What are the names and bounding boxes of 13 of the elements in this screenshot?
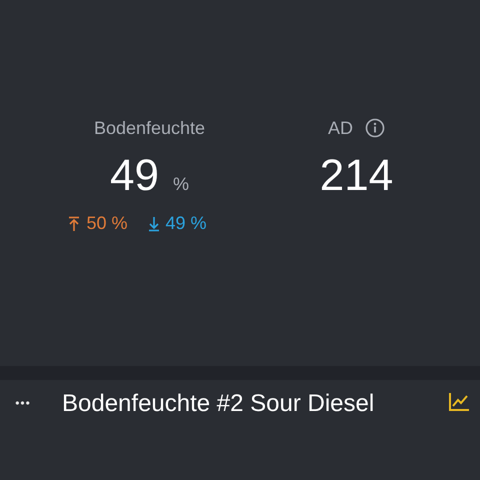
max-value: 50 % [86,213,128,234]
metric-value: 49 [110,151,159,201]
line-chart-icon[interactable] [448,392,470,412]
metric-label: AD [328,118,353,138]
min-arrow-icon [148,216,160,232]
metric-label: Bodenfeuchte [94,118,206,138]
device-title: Bodenfeuchte #2 Sour Diesel [62,390,374,418]
max-arrow-icon [68,216,80,232]
metric-value: 214 [320,151,394,201]
metric-unit: % [172,174,189,195]
menu-button[interactable]: ••• [0,390,46,416]
info-icon[interactable] [365,118,385,138]
min-value: 49 % [166,213,207,234]
